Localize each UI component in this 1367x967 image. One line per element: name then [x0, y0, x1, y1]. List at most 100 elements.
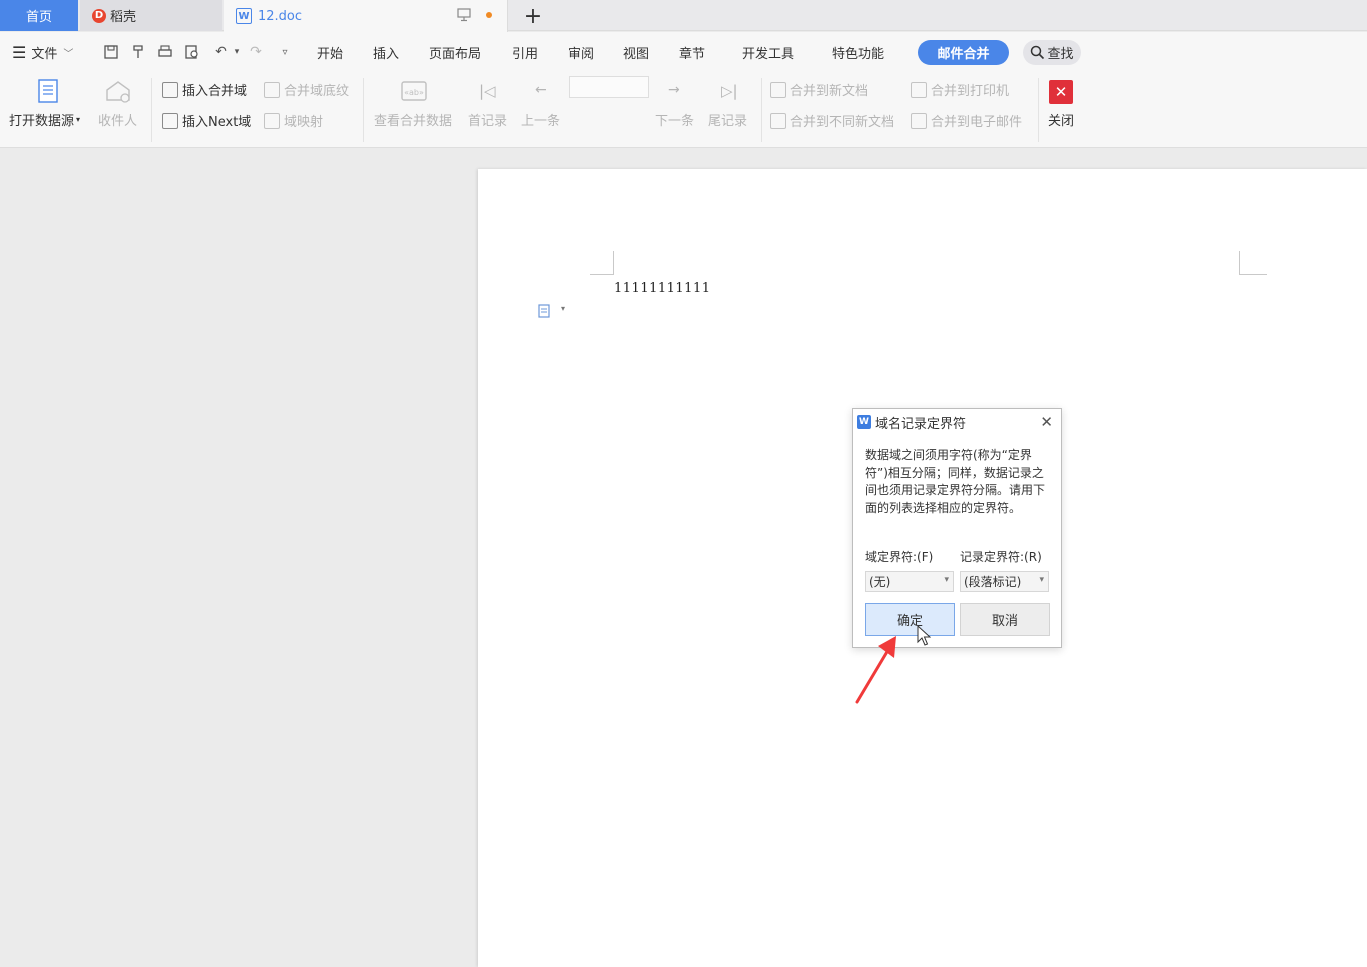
dialog-close-icon[interactable]: ✕: [1040, 413, 1053, 431]
recipients-button[interactable]: 收件人: [98, 110, 137, 129]
paste-options-dropdown-icon[interactable]: ▾: [561, 304, 565, 313]
merge-to-new-doc-label: 合并到新文档: [790, 84, 869, 99]
search-label: 查找: [1047, 47, 1074, 62]
record-number-input[interactable]: [569, 76, 649, 98]
field-mapping-button[interactable]: 域映射: [264, 111, 323, 130]
last-record-button[interactable]: 尾记录: [708, 110, 747, 129]
menu-item-dev-tools[interactable]: 开发工具: [742, 32, 794, 72]
merge-to-printer-icon: [911, 81, 927, 98]
hamburger-icon: ☰: [12, 42, 27, 62]
insert-merge-field-label: 插入合并域: [182, 84, 248, 99]
prev-record-button[interactable]: 上一条: [521, 110, 560, 129]
menu-item-page-layout[interactable]: 页面布局: [429, 32, 481, 72]
dialog-title-bar: W 域名记录定界符 ✕: [853, 409, 1061, 435]
field-mapping-label: 域映射: [284, 115, 324, 130]
ribbon-separator: [1038, 78, 1039, 142]
field-delimiter-select[interactable]: (无) ▾: [865, 571, 954, 592]
insert-next-field-icon: [162, 112, 178, 129]
merge-field-shading-button[interactable]: 合并域底纹: [264, 80, 349, 99]
monitor-icon[interactable]: [457, 8, 471, 22]
tab-daoke[interactable]: D 稻壳: [80, 0, 222, 31]
ribbon-mail-merge: 打开数据源 ▾ 收件人 插入合并域 合并域底纹 插入Next域 域映射 «ab»…: [0, 72, 1367, 148]
menu-item-references[interactable]: 引用: [512, 32, 538, 72]
paste-options-icon[interactable]: [538, 303, 552, 319]
view-merged-data-button[interactable]: 查看合并数据: [374, 110, 452, 129]
arrow-left-icon: ←: [535, 82, 547, 98]
close-mail-merge-button[interactable]: 关闭: [1048, 110, 1074, 129]
document-text[interactable]: 11111111111: [614, 281, 710, 296]
delimiter-dialog: W 域名记录定界符 ✕ 数据域之间须用字符(称为“定界符”)相互分隔；同样，数据…: [852, 408, 1062, 648]
last-record-icon: ▷|: [721, 82, 738, 100]
merge-to-printer-label: 合并到打印机: [931, 84, 1010, 99]
print-preview-icon[interactable]: [183, 43, 201, 61]
mouse-cursor-icon: [917, 625, 931, 646]
next-record-button[interactable]: 下一条: [655, 110, 694, 129]
merge-to-new-doc-icon: [770, 81, 786, 98]
file-menu[interactable]: ☰ 文件 ﹀: [12, 32, 73, 72]
tab-home[interactable]: 首页: [0, 0, 78, 31]
ribbon-separator: [761, 78, 762, 142]
merge-to-diff-docs-button[interactable]: 合并到不同新文档: [770, 111, 894, 130]
annotation-arrow-icon: [855, 636, 896, 704]
document-workspace: 11111111111 ▾: [0, 149, 1367, 967]
close-mail-merge-icon[interactable]: ✕: [1049, 80, 1073, 104]
svg-text:«ab»: «ab»: [404, 88, 424, 97]
first-record-button[interactable]: 首记录: [468, 110, 507, 129]
file-menu-label: 文件: [31, 46, 58, 62]
ribbon-separator: [363, 78, 364, 142]
menu-item-start[interactable]: 开始: [317, 32, 343, 72]
merge-to-printer-button[interactable]: 合并到打印机: [911, 80, 1009, 99]
redo-icon[interactable]: ↷: [247, 43, 265, 61]
merge-to-new-doc-button[interactable]: 合并到新文档: [770, 80, 868, 99]
tab-document[interactable]: W 12.doc: [224, 0, 508, 32]
insert-merge-field-button[interactable]: 插入合并域: [162, 80, 247, 99]
margin-corner-top-right: [1239, 251, 1267, 275]
open-data-source-icon: [38, 79, 58, 103]
tab-bar: 首页 D 稻壳 W 12.doc +: [0, 0, 1367, 32]
tab-daoke-label: 稻壳: [110, 10, 137, 25]
ribbon-separator: [151, 78, 152, 142]
unsaved-dot-icon: [486, 12, 492, 18]
search-icon: [1031, 45, 1045, 60]
record-delimiter-value: (段落标记): [964, 575, 1022, 589]
print-icon[interactable]: [156, 43, 174, 61]
menu-bar: ☰ 文件 ﹀ ↶ ▾ ↷ ▿ 开始 插入 页面布局 引用 审阅 视图 章节 开发…: [0, 32, 1367, 72]
chevron-down-icon: ▾: [944, 575, 949, 585]
menu-item-insert[interactable]: 插入: [373, 32, 399, 72]
dropdown-arrow-icon: ▾: [76, 115, 81, 124]
view-merged-data-icon: «ab»: [401, 81, 427, 101]
field-delimiter-value: (无): [869, 575, 891, 589]
field-delimiter-label: 域定界符:(F): [865, 550, 934, 564]
new-tab-button[interactable]: +: [520, 3, 546, 29]
customize-toolbar-icon[interactable]: ▿: [276, 43, 294, 61]
insert-next-field-button[interactable]: 插入Next域: [162, 111, 251, 130]
daoke-logo-icon: D: [92, 8, 106, 23]
cancel-button[interactable]: 取消: [960, 603, 1050, 636]
search-button[interactable]: 查找: [1023, 40, 1081, 65]
tab-document-label: 12.doc: [258, 8, 303, 24]
menu-item-view[interactable]: 视图: [623, 32, 649, 72]
save-icon[interactable]: [102, 43, 120, 61]
open-data-source-button[interactable]: 打开数据源 ▾: [9, 110, 80, 129]
format-painter-icon[interactable]: [129, 43, 147, 61]
dialog-description: 数据域之间须用字符(称为“定界符”)相互分隔；同样，数据记录之间也须用记录定界符…: [865, 448, 1046, 515]
recipients-icon: [106, 81, 130, 103]
merge-to-email-label: 合并到电子邮件: [931, 115, 1023, 130]
undo-dropdown-icon[interactable]: ▾: [228, 43, 246, 61]
menu-item-mail-merge[interactable]: 邮件合并: [918, 40, 1009, 65]
menu-item-special-features[interactable]: 特色功能: [832, 32, 884, 72]
merge-field-shading-icon: [264, 81, 280, 98]
insert-next-field-label: 插入Next域: [182, 115, 252, 130]
arrow-right-icon: →: [668, 82, 680, 98]
menu-item-chapter[interactable]: 章节: [679, 32, 705, 72]
writer-doc-icon: W: [236, 8, 252, 24]
merge-field-shading-label: 合并域底纹: [284, 84, 350, 99]
record-delimiter-select[interactable]: (段落标记) ▾: [960, 571, 1049, 592]
writer-app-icon: W: [857, 415, 871, 429]
menu-item-review[interactable]: 审阅: [568, 32, 594, 72]
dialog-title: 域名记录定界符: [875, 416, 967, 432]
record-delimiter-label: 记录定界符:(R): [960, 550, 1042, 564]
open-data-source-label: 打开数据源: [9, 114, 75, 129]
chevron-down-icon: ▾: [1039, 575, 1044, 585]
merge-to-email-button[interactable]: 合并到电子邮件: [911, 111, 1022, 130]
